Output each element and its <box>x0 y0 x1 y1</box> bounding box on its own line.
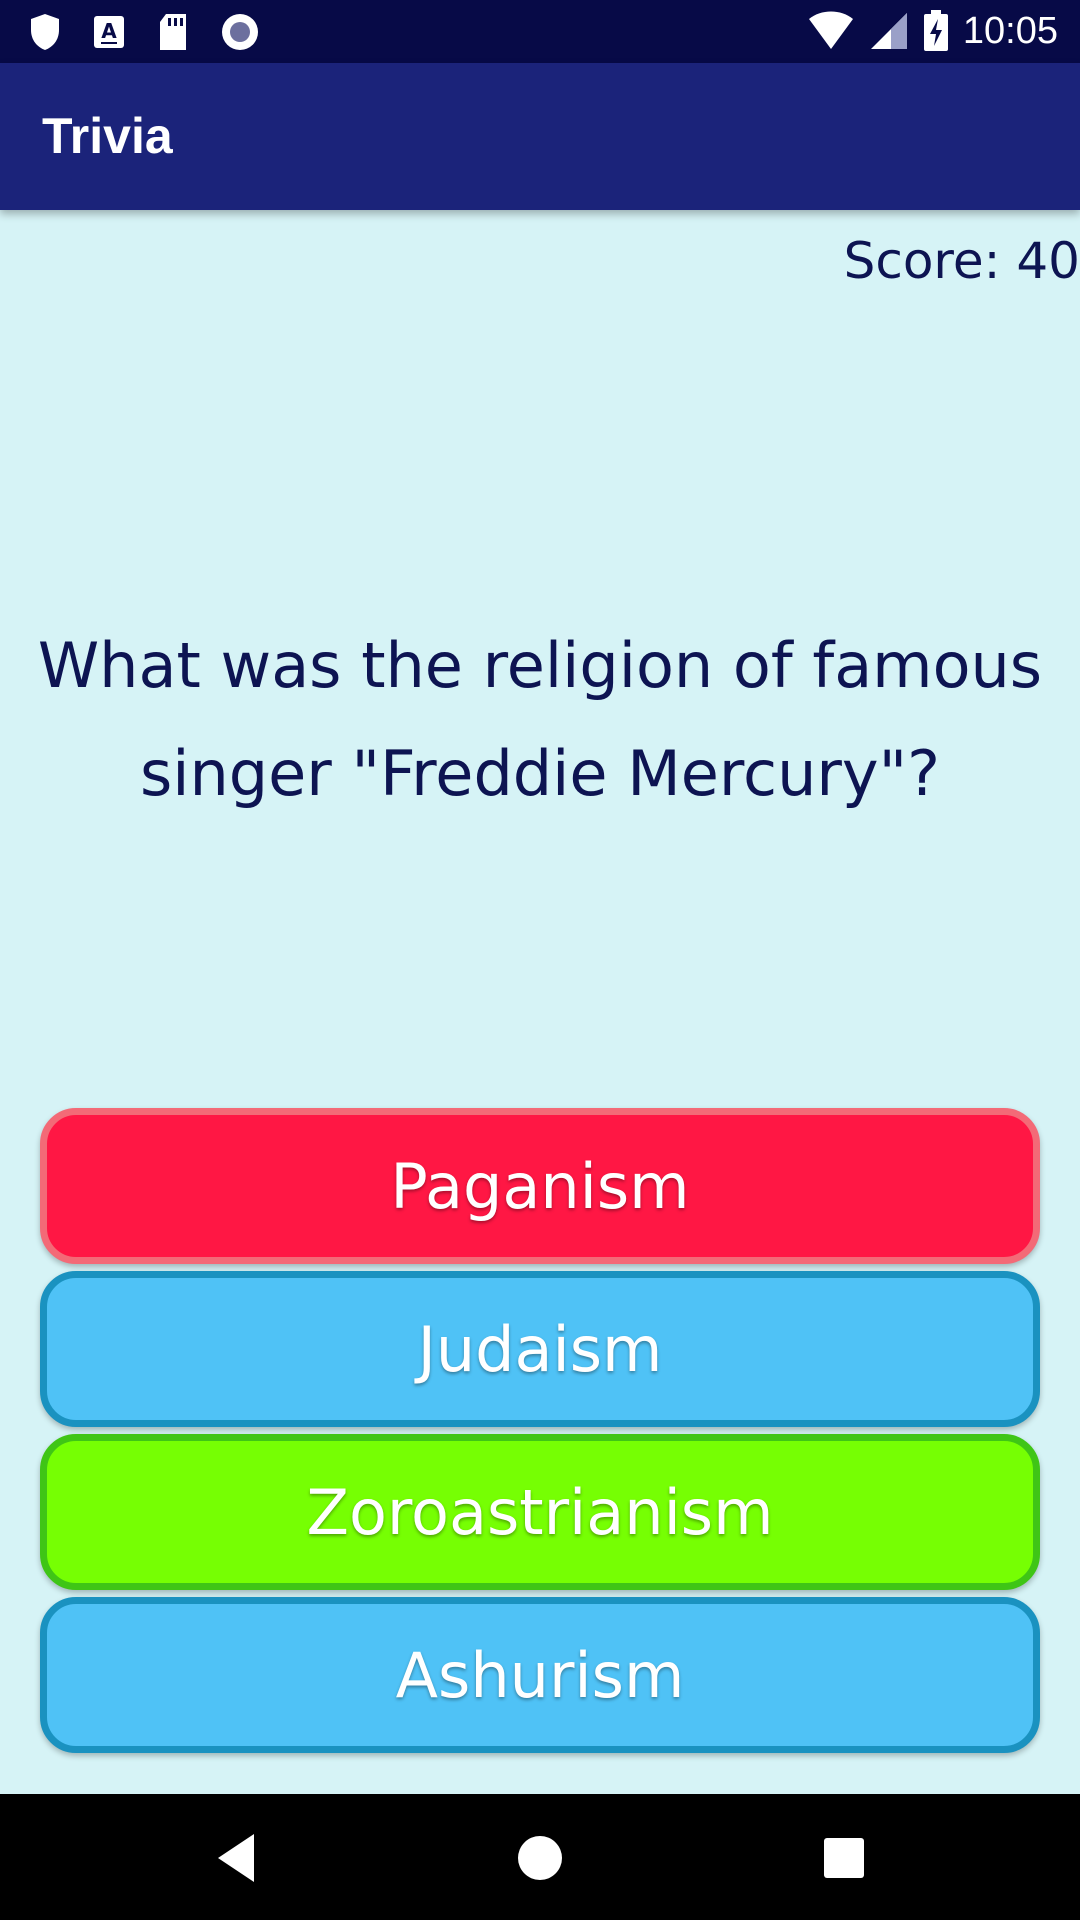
status-right-icons: 10:05 <box>807 8 1058 54</box>
record-icon <box>222 14 258 50</box>
answer-label: Zoroastrianism <box>306 1475 774 1549</box>
recents-icon[interactable] <box>814 1828 874 1888</box>
app-title: Trivia <box>42 108 173 164</box>
cell-signal-icon <box>870 13 907 49</box>
app-bar: Trivia <box>0 63 1080 210</box>
battery-charging-icon <box>923 10 948 51</box>
back-icon[interactable] <box>208 1828 268 1888</box>
status-left-icons: A <box>28 10 260 54</box>
status-time: 10:05 <box>962 9 1058 52</box>
shield-icon <box>31 14 59 50</box>
svg-text:A: A <box>101 19 117 43</box>
score-label: Score: 40 <box>843 232 1080 290</box>
sd-card-icon <box>160 14 186 50</box>
wifi-icon <box>808 11 853 49</box>
answer-button-4[interactable]: Ashurism <box>40 1597 1040 1753</box>
answer-button-3[interactable]: Zoroastrianism <box>40 1434 1040 1590</box>
a-badge-icon: A <box>94 16 124 48</box>
home-icon[interactable] <box>510 1828 570 1888</box>
answer-label: Judaism <box>417 1312 663 1386</box>
navigation-bar <box>0 1794 1080 1920</box>
answer-label: Ashurism <box>395 1638 685 1712</box>
answer-button-1[interactable]: Paganism <box>40 1108 1040 1264</box>
status-bar: A 10:05 <box>0 0 1080 63</box>
answer-button-2[interactable]: Judaism <box>40 1271 1040 1427</box>
answer-label: Paganism <box>390 1149 690 1223</box>
question-text: What was the religion of famous singer "… <box>37 629 1043 810</box>
